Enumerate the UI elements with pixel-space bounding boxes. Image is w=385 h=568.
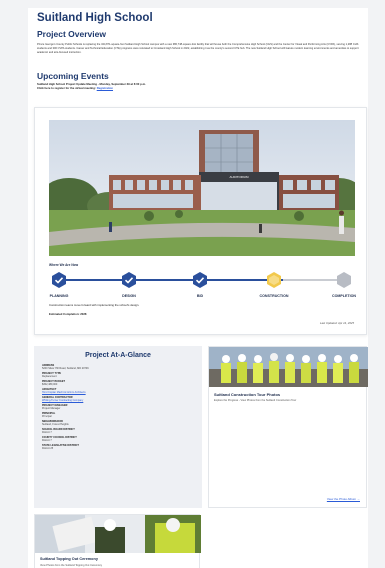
timeline-complete-line bbox=[59, 279, 283, 281]
timeline-pending-line bbox=[283, 279, 343, 281]
glance-item: PROJECT BUDGET $302,489,000 bbox=[42, 380, 194, 386]
rendering-svg: AUDITORIUM bbox=[49, 120, 355, 256]
bid-phase-icon bbox=[192, 272, 208, 288]
glance-value: $302,489,000 bbox=[42, 383, 58, 387]
construction-crew-photo bbox=[209, 347, 368, 387]
glance-item: PROJECT TYPE Replacement bbox=[42, 372, 194, 378]
topping-card-subtitle: View Photos from the Suitland Topping Ou… bbox=[40, 564, 103, 567]
glance-item: SCHOOL BOARD DISTRICT District 7 bbox=[42, 428, 194, 434]
glance-item: NEIGHBORHOOD Suitland, Forest Heights bbox=[42, 420, 194, 426]
glance-item: GENERAL CONTRACTOR Whiting-Turner Contrac… bbox=[42, 396, 194, 402]
construction-tour-card[interactable]: Suitland Construction Tour Photos Explor… bbox=[208, 346, 368, 508]
construction-label: CONSTRUCTION bbox=[259, 294, 289, 298]
page-content: Suitland High School Project Overview Pr… bbox=[28, 8, 368, 568]
glance-value: Suitland, Forest Heights bbox=[42, 423, 69, 427]
contractor-link[interactable]: Whiting-Turner Contracting Company bbox=[42, 399, 194, 402]
glance-value: Project Manager bbox=[42, 407, 61, 411]
glance-value: District 7 bbox=[42, 439, 52, 443]
topping-card-title: Suitland Topping Out Ceremony bbox=[40, 557, 98, 561]
glance-list: ADDRESS 5200 Silver Hill Road, Suitland, … bbox=[42, 364, 194, 452]
design-phase-icon bbox=[121, 272, 137, 288]
overview-heading: Project Overview bbox=[37, 29, 106, 39]
construction-phase-icon bbox=[266, 272, 282, 288]
phase-status-text: Construction teams move forward with imp… bbox=[49, 303, 140, 307]
glance-item: ARCHITECT Hord Coplan Macht & Grimm Archi… bbox=[42, 388, 194, 394]
architect-link[interactable]: Hord Coplan Macht & Grimm Architects bbox=[42, 391, 194, 394]
completion-phase-icon bbox=[336, 272, 352, 288]
glance-item: PRINCIPAL Principal bbox=[42, 412, 194, 418]
glance-title: Project At-A-Glance bbox=[85, 352, 151, 359]
events-heading: Upcoming Events bbox=[37, 71, 109, 81]
estimated-completion: Estimated Completion: 2028 bbox=[49, 312, 87, 316]
planning-label: PLANNING bbox=[49, 294, 69, 298]
last-updated: Last Updated: Apr 14, 2025 bbox=[319, 321, 354, 325]
project-status-card: AUDITORIUM Where We Are Now PLANNING DES… bbox=[34, 107, 367, 335]
project-at-a-glance-panel: Project At-A-Glance ADDRESS 5200 Silver H… bbox=[34, 346, 202, 508]
page-title: Suitland High School bbox=[37, 12, 153, 24]
completion-label: COMPLETION bbox=[332, 294, 356, 298]
glance-value: District 7 bbox=[42, 431, 52, 435]
svg-text:AUDITORIUM: AUDITORIUM bbox=[230, 175, 249, 179]
event-register: Click here to register for the virtual m… bbox=[37, 86, 113, 91]
glance-item: COUNTY COUNCIL DISTRICT District 7 bbox=[42, 436, 194, 442]
glance-value: Replacement bbox=[42, 375, 57, 379]
photos-card-title: Suitland Construction Tour Photos bbox=[214, 392, 281, 397]
event-register-prefix: Click here to register for the virtual m… bbox=[37, 86, 96, 90]
overview-text: Prince George's County Public Schools is… bbox=[37, 43, 359, 54]
glance-item: ADDRESS 5200 Silver Hill Road, Suitland, … bbox=[42, 364, 194, 370]
bid-label: BID bbox=[196, 294, 204, 298]
glance-value: Principal bbox=[42, 415, 52, 419]
registration-link[interactable]: Registration bbox=[97, 86, 113, 90]
school-rendering-image: AUDITORIUM bbox=[49, 120, 355, 256]
topping-out-card[interactable]: Suitland Topping Out Ceremony View Photo… bbox=[34, 514, 201, 568]
photos-card-subtitle: Explore the Progress - View Photos from … bbox=[214, 399, 297, 402]
view-photo-album-link[interactable]: View the Photo Album → bbox=[327, 497, 360, 501]
glance-value: District 25 bbox=[42, 447, 54, 451]
planning-phase-icon bbox=[51, 272, 67, 288]
progress-heading: Where We Are Now bbox=[49, 263, 79, 267]
glance-value: 5200 Silver Hill Road, Suitland, MD 2074… bbox=[42, 367, 89, 371]
topping-out-photo bbox=[35, 515, 201, 553]
glance-item: STATE LEGISLATIVE DISTRICT District 25 bbox=[42, 444, 194, 450]
glance-item: PROJECT MANAGER Project Manager bbox=[42, 404, 194, 410]
design-label: DESIGN bbox=[122, 294, 136, 298]
